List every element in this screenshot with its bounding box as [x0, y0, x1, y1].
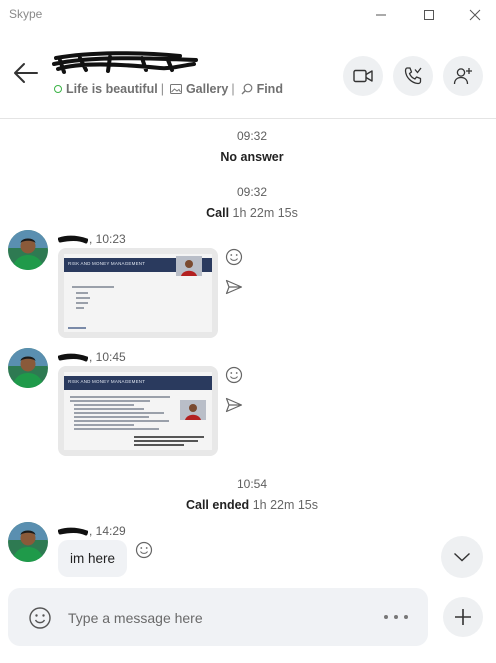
- sender-name-redacted: [58, 353, 88, 362]
- scroll-to-bottom-button[interactable]: [441, 536, 483, 578]
- sender-name-redacted: [58, 235, 88, 244]
- more-icon-dot: [384, 615, 388, 619]
- shared-image-attachment[interactable]: RISK AND MONEY MANAGEMENT: [58, 366, 218, 456]
- react-emoji-button[interactable]: [134, 540, 154, 560]
- emoji-icon: [225, 366, 243, 384]
- react-emoji-button[interactable]: [224, 365, 244, 385]
- call-duration: 1h 22m 15s: [232, 206, 298, 220]
- title-bar: Skype: [0, 0, 496, 30]
- forward-button[interactable]: [224, 277, 244, 297]
- video-call-icon: [353, 69, 373, 83]
- find-label: Find: [256, 82, 283, 96]
- separator: |: [231, 82, 235, 96]
- gallery-label: Gallery: [185, 82, 229, 96]
- event-time: 09:32: [236, 185, 268, 199]
- maximize-icon: [424, 10, 434, 20]
- message-meta: , 10:45: [58, 350, 126, 364]
- add-content-button[interactable]: [443, 597, 483, 637]
- minimize-icon: [376, 14, 386, 16]
- minimize-button[interactable]: [366, 4, 396, 26]
- more-icon-dot: [394, 615, 398, 619]
- message-time: , 10:45: [89, 350, 126, 364]
- avatar[interactable]: [8, 522, 48, 562]
- more-icon-dot: [404, 615, 408, 619]
- online-status-icon: [54, 85, 62, 93]
- find-link[interactable]: Find: [241, 82, 283, 96]
- shared-image-attachment[interactable]: RISK AND MONEY MANAGEMENT: [58, 248, 218, 338]
- message-time: , 10:23: [89, 232, 126, 246]
- maximize-button[interactable]: [414, 4, 444, 26]
- mood-message: Life is beautiful: [66, 82, 158, 96]
- chevron-down-icon: [454, 552, 470, 562]
- separator: |: [160, 82, 164, 96]
- close-button[interactable]: [460, 4, 490, 26]
- audio-call-icon: [404, 67, 422, 85]
- call-event-call: Call 1h 22m 15s: [0, 206, 496, 220]
- avatar[interactable]: [8, 230, 48, 270]
- message-composer: [8, 588, 428, 646]
- slide-thumbnail: RISK AND MONEY MANAGEMENT: [64, 254, 212, 332]
- emoji-picker-button[interactable]: [28, 606, 52, 630]
- emoji-icon: [29, 607, 51, 629]
- header-subtitle: Life is beautiful | Gallery | Find: [54, 82, 283, 96]
- contact-name-redacted: [52, 51, 198, 74]
- message-meta: , 10:23: [58, 232, 126, 246]
- more-options-button[interactable]: [384, 608, 408, 626]
- back-arrow-icon: [14, 63, 38, 83]
- add-people-icon: [453, 68, 472, 85]
- back-button[interactable]: [12, 60, 40, 86]
- avatar[interactable]: [8, 348, 48, 388]
- event-label: Call: [206, 206, 230, 220]
- emoji-icon: [135, 541, 153, 559]
- forward-icon: [225, 279, 243, 295]
- react-emoji-button[interactable]: [224, 247, 244, 267]
- plus-icon: [455, 609, 471, 625]
- call-event-ended: Call ended 1h 22m 15s: [0, 498, 496, 512]
- forward-icon: [225, 397, 243, 413]
- call-event-no-answer: No answer: [0, 150, 496, 164]
- slide-photo: [176, 256, 202, 276]
- slide-title: RISK AND MONEY MANAGEMENT: [68, 379, 146, 384]
- call-duration: 1h 22m 15s: [252, 498, 319, 512]
- slide-photo: [180, 400, 206, 420]
- avatar-photo: [8, 230, 48, 270]
- video-call-button[interactable]: [343, 56, 383, 96]
- message-bubble[interactable]: im here: [58, 540, 128, 577]
- search-icon: [241, 83, 252, 95]
- event-time: 09:32: [236, 129, 268, 143]
- add-people-button[interactable]: [443, 56, 483, 96]
- message-input[interactable]: [68, 606, 368, 630]
- gallery-link[interactable]: Gallery: [169, 82, 229, 96]
- slide-thumbnail: RISK AND MONEY MANAGEMENT: [64, 372, 212, 450]
- forward-button[interactable]: [224, 395, 244, 415]
- sender-name-redacted: [58, 527, 88, 536]
- event-label: Call ended: [185, 498, 250, 512]
- conversation-header: Life is beautiful | Gallery | Find: [0, 30, 496, 119]
- close-icon: [469, 9, 481, 21]
- audio-call-button[interactable]: [393, 56, 433, 96]
- avatar-photo: [8, 348, 48, 388]
- event-label: No answer: [220, 150, 284, 164]
- app-title: Skype: [9, 7, 43, 21]
- emoji-icon: [225, 248, 243, 266]
- event-time: 10:54: [236, 477, 268, 491]
- gallery-icon: [169, 84, 182, 94]
- avatar-photo: [8, 522, 48, 562]
- slide-title-band: RISK AND MONEY MANAGEMENT: [64, 376, 212, 390]
- message-meta: , 14:29: [58, 524, 126, 538]
- slide-title: RISK AND MONEY MANAGEMENT: [68, 261, 146, 266]
- conversation-area[interactable]: 09:32 No answer 09:32 Call 1h 22m 15s , …: [0, 120, 496, 582]
- message-time: , 14:29: [89, 524, 126, 538]
